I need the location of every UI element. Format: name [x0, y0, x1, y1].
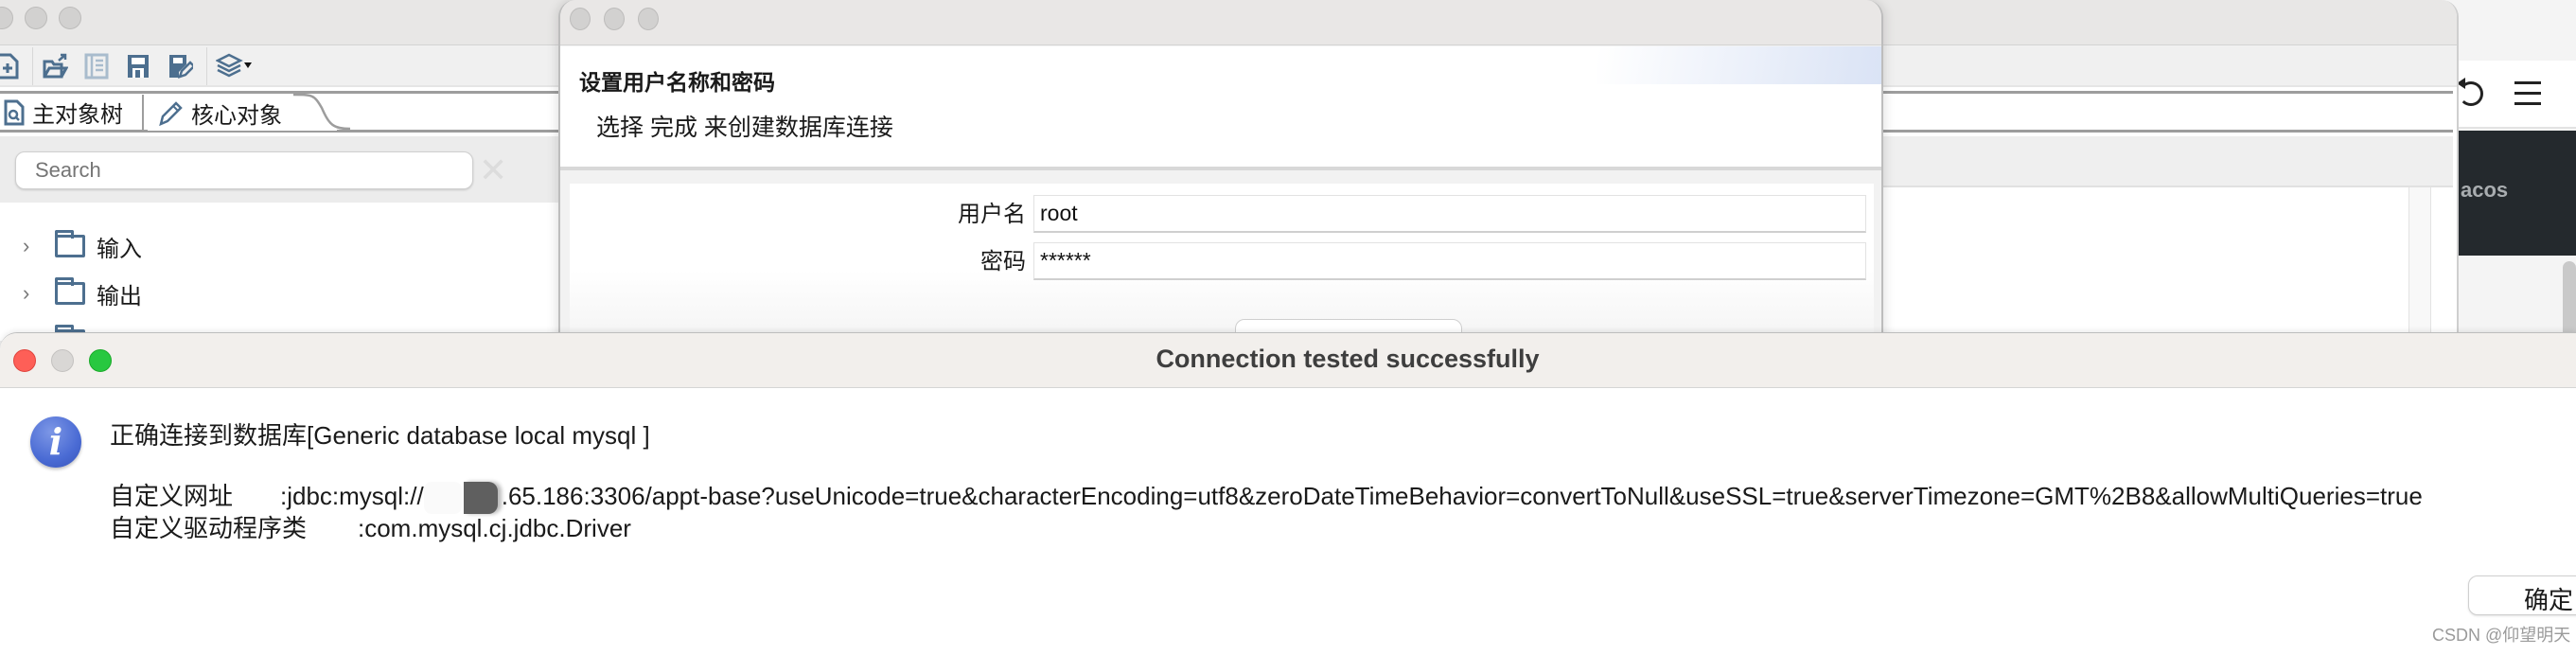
chevron-right-icon[interactable]: › [23, 234, 42, 258]
custom-driver-line: 自定义驱动程序类 :com.mysql.cj.jdbc.Driver [110, 509, 631, 544]
custom-url-label: 自定义网址 [110, 482, 234, 510]
wizard-subtitle: 选择 完成 来创建数据库连接 [596, 115, 893, 141]
password-field[interactable] [1033, 242, 1866, 280]
custom-driver-value: :com.mysql.cj.jdbc.Driver [358, 514, 631, 542]
open-file-icon[interactable] [42, 52, 68, 80]
username-label: 用户名 [958, 202, 1026, 227]
info-icon: i [30, 416, 81, 468]
custom-url-suffix: .65.186:3306/appt-base?useUnicode=true&c… [501, 482, 2423, 510]
folder-icon [55, 277, 85, 305]
toolbar-separator [206, 47, 207, 85]
folder-icon [55, 230, 85, 257]
tree-item-label: 输出 [97, 283, 142, 310]
connection-success-message: 正确连接到数据库[Generic database local mysql ] [110, 421, 650, 450]
tab-core-label: 核心对象 [191, 102, 282, 129]
password-label: 密码 [980, 249, 1026, 274]
chevron-right-icon[interactable]: › [23, 281, 42, 306]
tree-item-input[interactable]: › 输入 [23, 227, 142, 265]
window-zoom-button[interactable] [638, 8, 659, 30]
dialog-titlebar: Connection tested successfully [0, 333, 2576, 388]
wizard-titlebar [560, 0, 1881, 45]
save-icon[interactable] [125, 52, 151, 80]
canvas-scrollbar[interactable] [2408, 187, 2431, 341]
clear-search-icon[interactable]: ✕ [479, 153, 507, 187]
site-brand-text: acos [2461, 178, 2509, 202]
canvas-area [1883, 187, 2451, 341]
database-wizard-dialog: 设置用户名称和密码 选择 完成 来创建数据库连接 用户名 密码 测试数据库连接 [558, 0, 1883, 341]
wizard-title: 设置用户名称和密码 [579, 70, 775, 95]
watermark: CSDN @仰望明天 [2432, 626, 2571, 645]
wizard-header-decoration [1597, 46, 1881, 84]
dialog-title: Connection tested successfully [1156, 345, 1540, 373]
tree-item-output[interactable]: › 输出 [23, 274, 142, 312]
custom-driver-label: 自定义驱动程序类 [110, 514, 308, 542]
tab-main-label: 主对象树 [32, 102, 123, 128]
tree-item-label: 输入 [97, 236, 142, 262]
object-tree-icon [4, 99, 25, 125]
toolbar-separator [32, 47, 33, 85]
pencil-icon [159, 101, 183, 127]
window-zoom-button[interactable] [59, 7, 81, 29]
ok-button[interactable]: 确定 [2468, 575, 2576, 615]
new-file-icon[interactable] [0, 52, 21, 80]
custom-url-prefix: :jdbc:mysql:// [280, 482, 424, 510]
window-close-button[interactable] [570, 8, 591, 30]
connection-result-dialog: Connection tested successfully i 正确连接到数据… [0, 332, 2576, 655]
explore-repository-icon[interactable] [83, 52, 110, 80]
window-close-button[interactable] [0, 7, 13, 29]
perspective-layers-icon[interactable] [216, 52, 254, 80]
tab-curve-edge [293, 93, 350, 131]
tab-main-object-tree[interactable]: 主对象树 [0, 95, 144, 133]
search-input[interactable] [15, 151, 473, 189]
save-as-icon[interactable] [167, 52, 193, 80]
window-minimize-button[interactable] [604, 8, 625, 30]
username-field[interactable] [1033, 195, 1866, 233]
window-minimize-button[interactable] [25, 7, 47, 29]
canvas-header-panel [1883, 136, 2453, 187]
hamburger-menu-icon[interactable] [2514, 81, 2541, 106]
